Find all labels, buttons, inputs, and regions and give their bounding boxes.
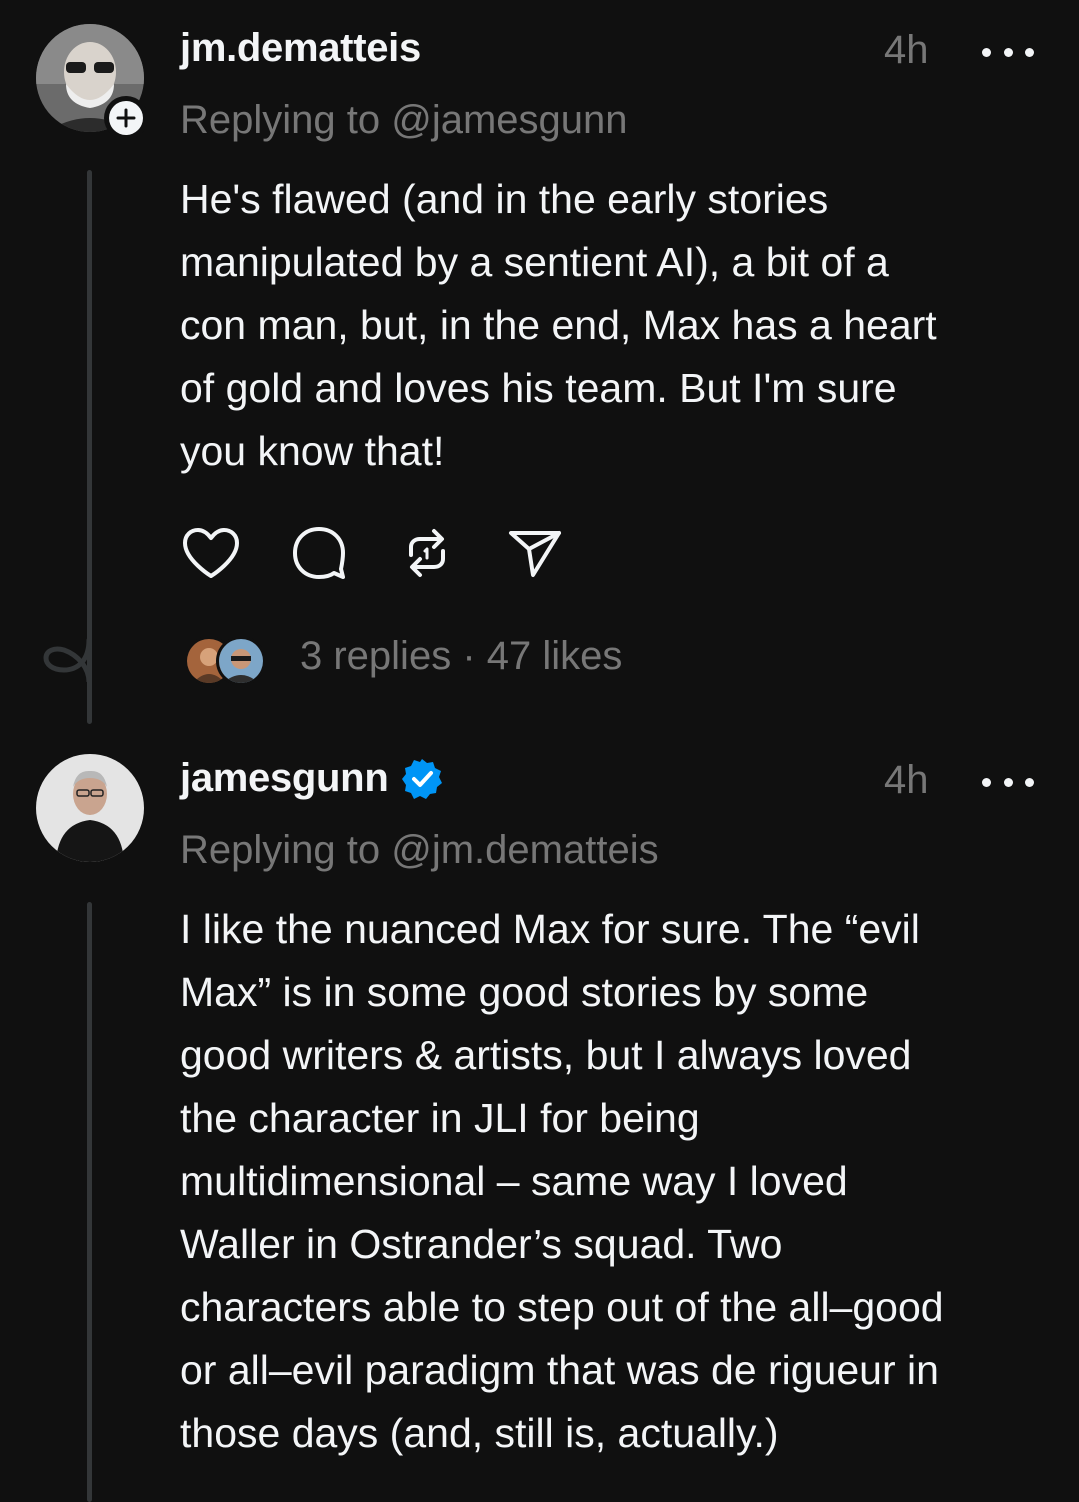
comment-button[interactable] [288, 522, 350, 584]
repost-icon [409, 529, 445, 577]
post-jamesgunn: jamesgunn 4h Replying to @jm.dematteis I… [0, 730, 1079, 1502]
replying-to[interactable]: Replying to @jm.dematteis [180, 828, 659, 873]
timestamp: 4h [884, 28, 929, 72]
username-text[interactable]: jm.dematteis [180, 26, 421, 71]
thread-loop-icon [43, 638, 92, 682]
thread-line [87, 902, 92, 1502]
verified-badge-icon [400, 757, 444, 801]
post-text: He's flawed (and in the early stories ma… [180, 176, 937, 474]
replying-to[interactable]: Replying to @jamesgunn [180, 98, 628, 143]
share-icon [509, 531, 561, 577]
stats-separator: · [462, 634, 476, 678]
replies-summary[interactable]: 3 replies · 47 likes [0, 630, 1079, 694]
timestamp: 4h [884, 758, 929, 802]
like-button[interactable] [180, 522, 242, 584]
repost-button[interactable] [396, 522, 458, 584]
share-button[interactable] [504, 522, 566, 584]
comment-icon [293, 527, 345, 579]
action-bar [180, 522, 612, 584]
likes-count[interactable]: 47 likes [487, 634, 623, 678]
follow-button[interactable] [104, 96, 148, 140]
replies-count[interactable]: 3 replies [300, 634, 451, 678]
avatar[interactable] [36, 754, 144, 862]
username-text[interactable]: jamesgunn [180, 756, 389, 801]
username[interactable]: jamesgunn [180, 756, 444, 801]
post-stats: 3 replies · 47 likes [300, 634, 622, 679]
more-options-button[interactable] [982, 40, 1034, 64]
post-text: I like the nuanced Max for sure. The “ev… [180, 906, 944, 1456]
replier-avatar [216, 636, 266, 686]
username[interactable]: jm.dematteis [180, 26, 421, 71]
more-options-button[interactable] [982, 770, 1034, 794]
plus-icon [116, 108, 136, 128]
post-jm-dematteis: jm.dematteis 4h Replying to @jamesgunn H… [0, 0, 1079, 730]
heart-icon [183, 528, 239, 578]
